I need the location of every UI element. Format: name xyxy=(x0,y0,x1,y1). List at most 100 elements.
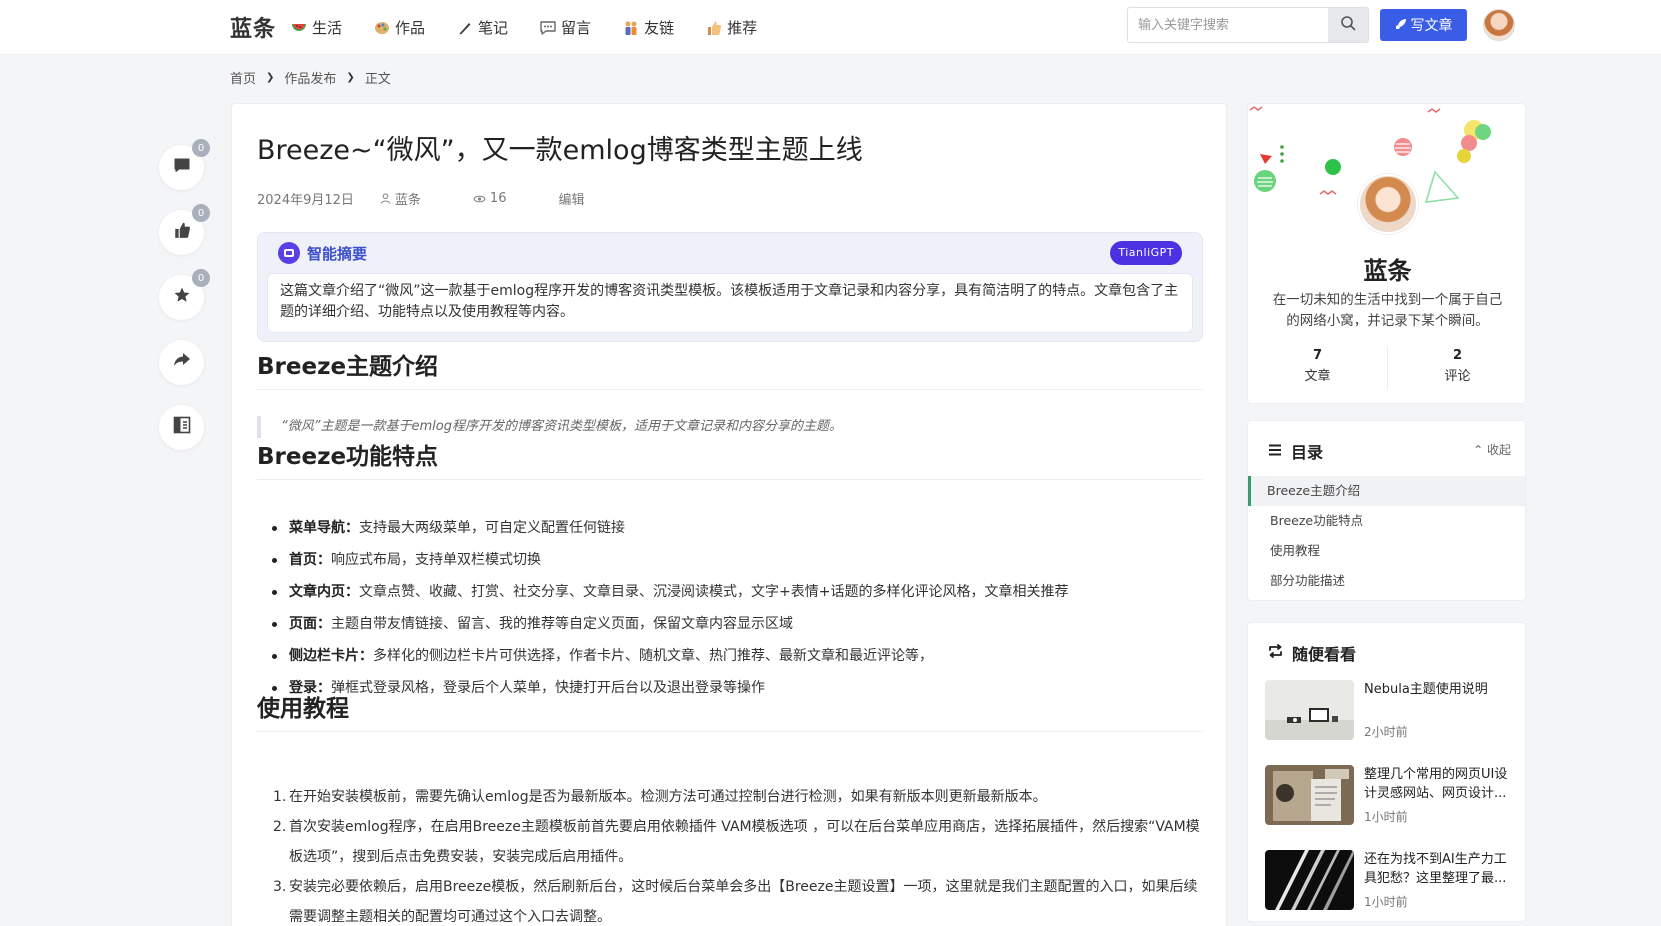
rocket-icon xyxy=(1395,18,1407,33)
people-icon xyxy=(622,19,640,37)
like-count-badge: 0 xyxy=(192,204,210,222)
step-text: 在开始安装模板前，需要先确认emlog是否为最新版本。检测方法可通过控制台进行检… xyxy=(289,789,1047,805)
author-avatar[interactable] xyxy=(1358,174,1418,234)
toc-item[interactable]: 部分功能描述 xyxy=(1248,566,1525,596)
nav-label: 作品 xyxy=(395,19,426,37)
write-article-button[interactable]: 写文章 xyxy=(1380,9,1467,41)
ai-model-badge[interactable]: TianliGPT xyxy=(1110,241,1182,265)
intro-blockquote: “微风”主题是一款基于emlog程序开发的博客资讯类型模板，适用于文章记录和内容… xyxy=(257,416,1203,438)
eye-icon xyxy=(473,194,486,204)
post-thumbnail[interactable] xyxy=(1265,680,1354,740)
feature-text: 响应式布局，支持单双栏模式切换 xyxy=(331,552,541,568)
nav-item-works[interactable]: 作品 xyxy=(373,17,425,38)
post-title[interactable]: 还在为找不到AI生产力工具犯愁？这里整理了最... xyxy=(1364,850,1512,888)
feature-text: 主题自带友情链接、留言、我的推荐等自定义页面，保留文章内容显示区域 xyxy=(331,616,793,632)
share-button[interactable] xyxy=(159,340,204,385)
feature-label: 首页： xyxy=(289,552,331,568)
write-article-label: 写文章 xyxy=(1410,18,1453,34)
breadcrumb-category[interactable]: 作品发布 xyxy=(284,68,336,87)
toc-collapse-label: 收起 xyxy=(1486,443,1511,457)
top-header: 蓝条 生活 作品 笔记 留言 友链 推荐 输入关键字搜索 写文章 xyxy=(0,0,1661,55)
nav-item-notes[interactable]: 笔记 xyxy=(456,17,508,38)
tutorial-step: 2. 首次安装emlog程序，在启用Breeze主题模板前首先要启用依赖插件 VA… xyxy=(257,812,1203,872)
nav-item-friends[interactable]: 友链 xyxy=(622,17,674,38)
comment-button[interactable]: 0 xyxy=(159,139,210,190)
user-icon xyxy=(380,193,391,204)
heading-intro: Breeze主题介绍 xyxy=(257,347,1203,390)
stat-comments[interactable]: 2 评论 xyxy=(1388,346,1525,390)
random-post-item[interactable]: 还在为找不到AI生产力工具犯愁？这里整理了最... 1小时前 xyxy=(1265,850,1515,910)
toc-item[interactable]: Breeze功能特点 xyxy=(1248,506,1525,536)
nav-label: 留言 xyxy=(561,19,592,37)
random-post-item[interactable]: 整理几个常用的网页UI设计灵感网站、网页设计... 1小时前 xyxy=(1265,765,1515,825)
like-button[interactable]: 0 xyxy=(159,204,210,255)
author-card: 蓝条 在一切未知的生活中找到一个属于自己的网络小窝，并记录下某个瞬间。 7 文章… xyxy=(1247,103,1526,404)
ai-summary-header: 智能摘要 xyxy=(278,242,367,264)
search-button[interactable] xyxy=(1328,8,1368,42)
nav-label: 生活 xyxy=(312,19,343,37)
main-nav: 生活 作品 笔记 留言 友链 推荐 xyxy=(290,0,788,55)
post-thumbnail[interactable] xyxy=(1265,850,1354,910)
nav-item-recommend[interactable]: 推荐 xyxy=(705,17,757,38)
stat-label: 评论 xyxy=(1444,369,1471,384)
heading-tutorial: 使用教程 xyxy=(257,689,1203,732)
author-name: 蓝条 xyxy=(1363,257,1412,285)
features-list: 菜单导航：支持最大两级菜单，可自定义配置任何链接首页：响应式布局，支持单双栏模式… xyxy=(257,512,1203,704)
article-view-count: 16 xyxy=(489,191,507,206)
post-title[interactable]: 整理几个常用的网页UI设计灵感网站、网页设计... xyxy=(1364,765,1512,803)
reading-mode-icon xyxy=(173,416,191,439)
reading-mode-button[interactable] xyxy=(159,405,204,450)
feature-label: 菜单导航： xyxy=(289,520,359,536)
palette-icon xyxy=(373,19,391,37)
toc-header: 目录 xyxy=(1268,439,1323,463)
feature-text: 支持最大两级菜单，可自定义配置任何链接 xyxy=(359,520,625,536)
chevron-right-icon: ❯ xyxy=(346,72,355,83)
article-author[interactable]: 蓝条 xyxy=(380,189,447,208)
toc-list: Breeze主题介绍 Breeze功能特点 使用教程 部分功能描述 xyxy=(1248,476,1525,596)
user-avatar[interactable] xyxy=(1483,9,1515,41)
favorite-button[interactable]: 0 xyxy=(159,269,210,320)
post-thumbnail[interactable] xyxy=(1265,765,1354,825)
post-time: 1小时前 xyxy=(1364,810,1408,824)
toc-collapse-button[interactable]: ⌃ 收起 xyxy=(1473,441,1511,458)
breadcrumb: 首页 ❯ 作品发布 ❯ 正文 xyxy=(230,68,391,87)
watermelon-icon xyxy=(290,19,308,37)
nav-item-life[interactable]: 生活 xyxy=(290,17,342,38)
feature-text: 多样化的侧边栏卡片可供选择，作者卡片、随机文章、热门推荐、最新文章和最近评论等， xyxy=(373,648,933,664)
feature-item: 侧边栏卡片：多样化的侧边栏卡片可供选择，作者卡片、随机文章、热门推荐、最新文章和… xyxy=(257,640,1203,672)
step-number: 3. xyxy=(273,879,287,895)
random-posts-header: 随便看看 xyxy=(1268,641,1356,665)
author-stats: 7 文章 2 评论 xyxy=(1248,346,1525,390)
ai-summary-title: 智能摘要 xyxy=(307,244,368,263)
list-icon xyxy=(1268,442,1282,460)
pen-icon xyxy=(456,19,474,37)
toc-title: 目录 xyxy=(1291,443,1324,462)
nav-label: 笔记 xyxy=(478,19,509,37)
toc-card: 目录 ⌃ 收起 Breeze主题介绍 Breeze功能特点 使用教程 部分功能描… xyxy=(1247,420,1526,601)
tutorial-step: 1. 在开始安装模板前，需要先确认emlog是否为最新版本。检测方法可通过控制台进… xyxy=(257,782,1203,812)
search-box xyxy=(1127,7,1369,43)
search-icon xyxy=(1340,15,1356,35)
share-icon xyxy=(173,352,191,373)
article-edit-link[interactable]: 编辑 xyxy=(558,189,584,208)
speech-bubble-icon xyxy=(539,19,557,37)
side-actions: 0 0 0 xyxy=(159,139,210,470)
site-logo[interactable]: 蓝条 xyxy=(230,11,276,43)
nav-item-messages[interactable]: 留言 xyxy=(539,17,591,38)
favorite-count-badge: 0 xyxy=(192,269,210,287)
breadcrumb-home[interactable]: 首页 xyxy=(230,68,256,87)
post-time: 2小时前 xyxy=(1364,725,1408,739)
toc-item[interactable]: Breeze主题介绍 xyxy=(1248,476,1525,506)
thumbs-up-icon xyxy=(705,19,723,37)
post-title[interactable]: Nebula主题使用说明 xyxy=(1364,680,1512,699)
search-input[interactable] xyxy=(1128,8,1328,42)
nav-label: 友链 xyxy=(644,19,675,37)
random-post-item[interactable]: Nebula主题使用说明 2小时前 xyxy=(1265,680,1515,740)
tutorial-steps-list: 1. 在开始安装模板前，需要先确认emlog是否为最新版本。检测方法可通过控制台进… xyxy=(257,782,1203,926)
feature-item: 页面：主题自带友情链接、留言、我的推荐等自定义页面，保留文章内容显示区域 xyxy=(257,608,1203,640)
stat-articles[interactable]: 7 文章 xyxy=(1248,346,1388,390)
post-time: 1小时前 xyxy=(1364,895,1408,909)
toc-item[interactable]: 使用教程 xyxy=(1248,536,1525,566)
article-author-name: 蓝条 xyxy=(394,193,421,208)
author-description: 在一切未知的生活中找到一个属于自己的网络小窝，并记录下某个瞬间。 xyxy=(1272,292,1503,329)
